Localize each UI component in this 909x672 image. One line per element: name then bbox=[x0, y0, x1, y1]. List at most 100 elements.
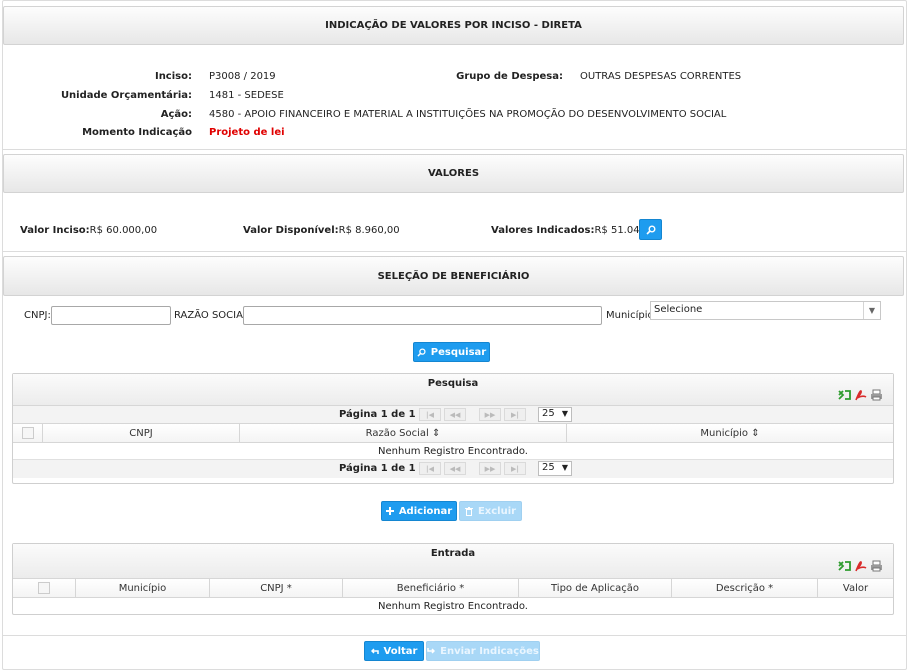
valores-indicados: Valores Indicados:R$ 51.040,00 bbox=[491, 225, 662, 236]
last-page-button[interactable]: ▶| bbox=[504, 408, 526, 421]
pesquisa-grid-title: Pesquisa bbox=[427, 378, 479, 389]
last-page-button[interactable]: ▶| bbox=[504, 462, 526, 475]
entrada-grid-header: Entrada bbox=[13, 544, 893, 579]
valores-title: VALORES bbox=[427, 168, 480, 179]
divider bbox=[2, 149, 907, 150]
voltar-button[interactable]: Voltar bbox=[364, 641, 424, 661]
select-all-cell bbox=[13, 579, 76, 597]
print-icon[interactable] bbox=[870, 389, 883, 401]
chevron-down-icon: ▼ bbox=[561, 463, 568, 472]
valor-inciso-value: R$ 60.000,00 bbox=[89, 225, 158, 236]
voltar-label: Voltar bbox=[383, 645, 418, 657]
page-size-select[interactable]: 25 ▼ bbox=[538, 461, 572, 476]
adicionar-button[interactable]: Adicionar bbox=[381, 501, 457, 521]
search-icon bbox=[645, 225, 655, 235]
cnpj-input[interactable] bbox=[51, 306, 171, 325]
page-title-bar: INDICAÇÃO DE VALORES POR INCISO - DIRETA bbox=[3, 6, 904, 45]
first-page-button[interactable]: |◀ bbox=[419, 408, 441, 421]
unidade-value: 1481 - SEDESE bbox=[209, 90, 284, 101]
page-size-select[interactable]: 25 ▼ bbox=[538, 407, 572, 422]
grupo-despesa-value: OUTRAS DESPESAS CORRENTES bbox=[580, 71, 742, 82]
empty-row: Nenhum Registro Encontrado. bbox=[13, 443, 893, 460]
column-beneficiario[interactable]: Beneficiário * bbox=[343, 579, 519, 597]
excluir-label: Excluir bbox=[477, 505, 517, 517]
entrada-grid-columns: Município CNPJ * Beneficiário * Tipo de … bbox=[13, 579, 893, 598]
pager-bottom: Página 1 de 1 |◀ ◀◀ ▶▶ ▶| 25 ▼ bbox=[13, 460, 893, 478]
first-page-button[interactable]: |◀ bbox=[419, 462, 441, 475]
inciso-value: P3008 / 2019 bbox=[209, 71, 276, 82]
valor-disponivel-label: Valor Disponível: bbox=[243, 225, 339, 236]
column-valor[interactable]: Valor bbox=[818, 579, 893, 597]
pager-top: Página 1 de 1 |◀ ◀◀ ▶▶ ▶| 25 ▼ bbox=[13, 406, 893, 424]
page-title: INDICAÇÃO DE VALORES POR INCISO - DIRETA bbox=[325, 20, 582, 31]
pdf-export-icon[interactable] bbox=[854, 389, 867, 401]
excluir-button[interactable]: Excluir bbox=[459, 501, 522, 521]
print-icon[interactable] bbox=[870, 560, 883, 572]
pesquisa-grid-header: Pesquisa bbox=[13, 374, 893, 406]
acao-value: 4580 - APOIO FINANCEIRO E MATERIAL A INS… bbox=[209, 109, 727, 120]
next-page-button[interactable]: ▶▶ bbox=[479, 408, 501, 421]
valores-indicados-search-button[interactable] bbox=[639, 219, 662, 240]
pesquisar-button[interactable]: Pesquisar bbox=[413, 342, 490, 362]
enviar-indicacoes-button[interactable]: Enviar Indicações bbox=[426, 641, 540, 661]
cnpj-label: CNPJ: bbox=[24, 310, 51, 321]
pesquisa-grid-columns: CNPJ Razão Social ⇕ Município ⇕ bbox=[13, 424, 893, 443]
inciso-label: Inciso: bbox=[154, 71, 192, 82]
column-descricao[interactable]: Descrição * bbox=[672, 579, 818, 597]
plus-icon bbox=[385, 507, 394, 515]
trash-icon bbox=[464, 506, 473, 516]
entrada-grid: Entrada Município CNPJ * Beneficiário * … bbox=[12, 543, 894, 615]
page-size-value: 25 bbox=[542, 462, 555, 473]
excel-export-icon[interactable] bbox=[838, 560, 851, 572]
pdf-export-icon[interactable] bbox=[854, 560, 867, 572]
razao-social-label: RAZÃO SOCIAL: bbox=[174, 310, 252, 321]
column-tipo-aplicacao[interactable]: Tipo de Aplicação bbox=[519, 579, 672, 597]
forward-arrow-icon bbox=[427, 648, 436, 654]
pager-text: Página 1 de 1 bbox=[339, 463, 416, 474]
select-all-checkbox[interactable] bbox=[38, 582, 50, 594]
unidade-label: Unidade Orçamentária: bbox=[60, 90, 192, 101]
municipio-selected: Selecione bbox=[654, 304, 703, 315]
divider bbox=[2, 635, 907, 636]
column-cnpj[interactable]: CNPJ * bbox=[210, 579, 343, 597]
adicionar-label: Adicionar bbox=[398, 505, 453, 517]
prev-page-button[interactable]: ◀◀ bbox=[444, 462, 466, 475]
municipio-select[interactable]: Selecione ▼ bbox=[650, 301, 881, 320]
pager-text: Página 1 de 1 bbox=[339, 409, 416, 420]
pesquisa-grid: Pesquisa Página 1 de 1 |◀ ◀◀ ▶▶ ▶| 25 ▼ C… bbox=[12, 373, 894, 484]
grupo-despesa-label: Grupo de Despesa: bbox=[456, 71, 563, 82]
select-all-checkbox[interactable] bbox=[21, 427, 34, 439]
valor-inciso: Valor Inciso:R$ 60.000,00 bbox=[20, 225, 157, 236]
export-toolbar bbox=[838, 389, 883, 401]
export-toolbar bbox=[838, 560, 883, 572]
next-page-button[interactable]: ▶▶ bbox=[479, 462, 501, 475]
column-cnpj[interactable]: CNPJ bbox=[43, 424, 240, 442]
valor-disponivel-value: R$ 8.960,00 bbox=[338, 225, 400, 236]
pesquisar-label: Pesquisar bbox=[430, 346, 487, 358]
selecao-header: SELEÇÃO DE BENEFICIÁRIO bbox=[3, 256, 904, 296]
valores-indicados-label: Valores Indicados: bbox=[491, 225, 595, 236]
valor-inciso-label: Valor Inciso: bbox=[20, 225, 90, 236]
column-razao-social[interactable]: Razão Social ⇕ bbox=[240, 424, 567, 442]
chevron-down-icon: ▼ bbox=[863, 302, 880, 319]
chevron-down-icon: ▼ bbox=[561, 409, 568, 418]
selecao-title: SELEÇÃO DE BENEFICIÁRIO bbox=[377, 270, 530, 282]
valor-disponivel: Valor Disponível:R$ 8.960,00 bbox=[243, 225, 400, 236]
razao-social-input[interactable] bbox=[243, 306, 602, 325]
back-arrow-icon bbox=[370, 648, 379, 654]
acao-label: Ação: bbox=[160, 109, 192, 120]
divider bbox=[2, 251, 907, 252]
momento-value: Projeto de lei bbox=[209, 127, 285, 138]
enviar-indicacoes-label: Enviar Indicações bbox=[440, 645, 539, 657]
excel-export-icon[interactable] bbox=[838, 389, 851, 401]
prev-page-button[interactable]: ◀◀ bbox=[444, 408, 466, 421]
column-municipio[interactable]: Município bbox=[76, 579, 210, 597]
entrada-grid-title: Entrada bbox=[430, 548, 476, 559]
select-all-cell bbox=[13, 424, 43, 442]
page-size-value: 25 bbox=[542, 408, 555, 419]
empty-row: Nenhum Registro Encontrado. bbox=[378, 601, 528, 612]
column-municipio[interactable]: Município ⇕ bbox=[567, 424, 893, 442]
valores-header: VALORES bbox=[3, 154, 904, 193]
search-icon bbox=[417, 347, 426, 357]
momento-label: Momento Indicação bbox=[82, 127, 192, 138]
